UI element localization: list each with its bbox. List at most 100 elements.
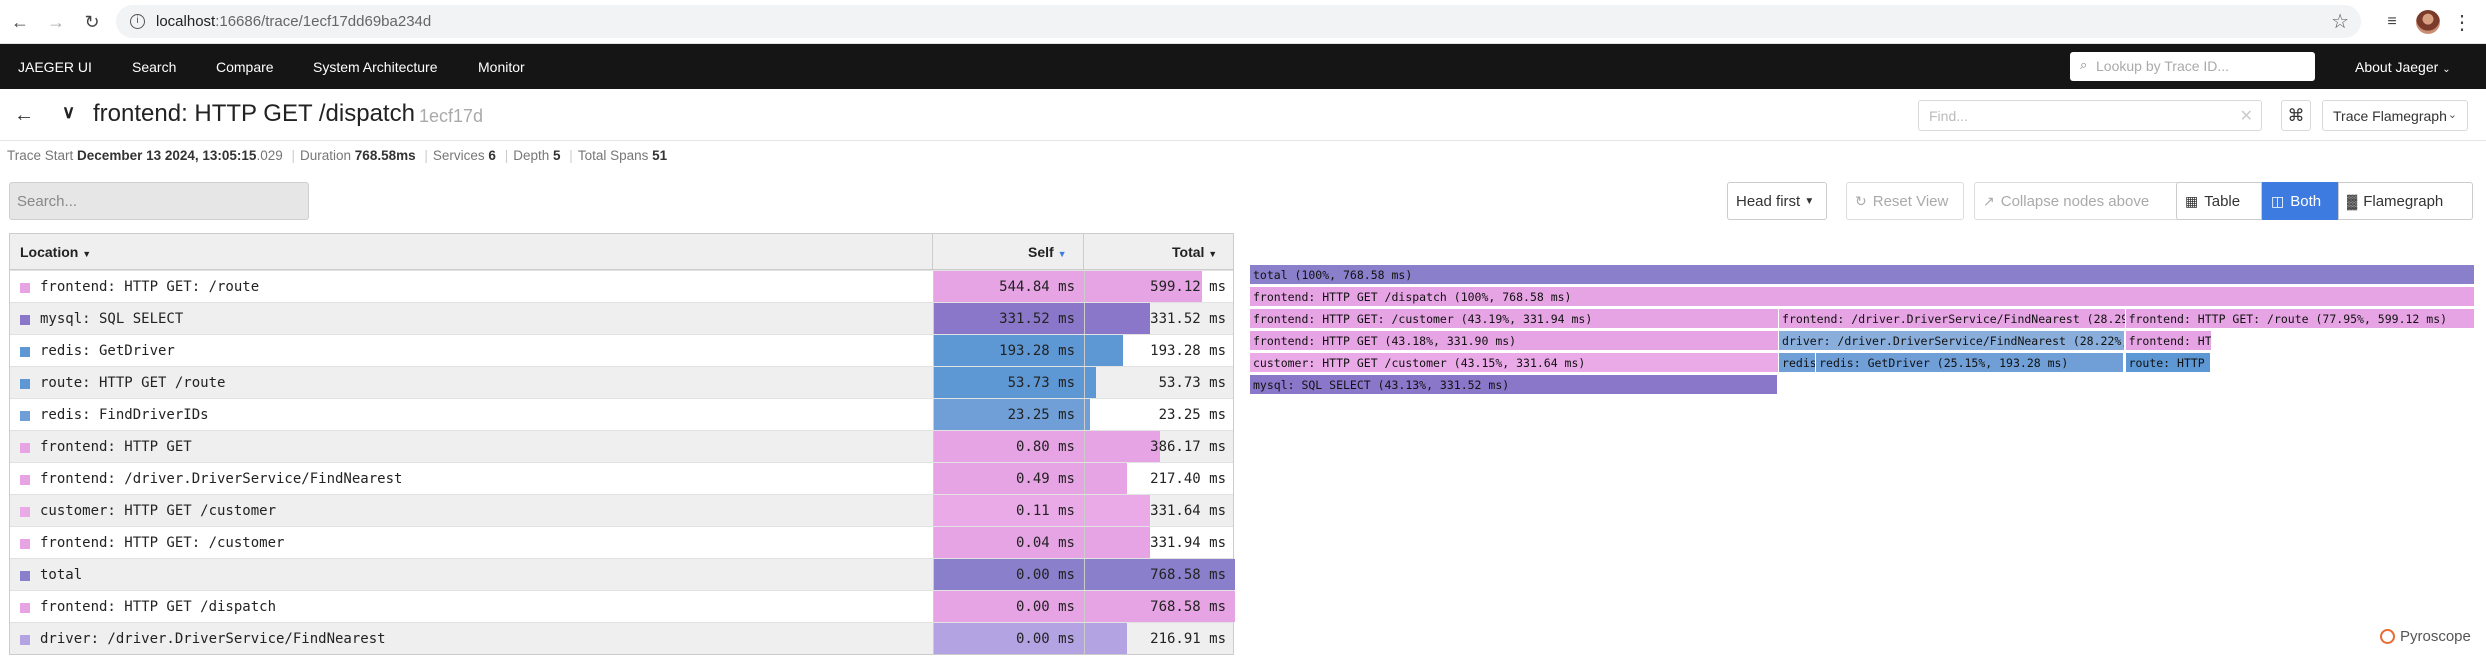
flamegraph-node[interactable]: frontend: HTTP GET (7.06%, 54.27 ms) <box>2125 331 2213 351</box>
table-row[interactable]: redis: GetDriver 193.28 ms 193.28 ms <box>10 334 1233 366</box>
nav-monitor[interactable]: Monitor <box>478 59 525 75</box>
flamegraph-node[interactable]: route: HTTP GET /route (6.99%, 53.73 ms) <box>2125 353 2212 373</box>
self-cell: 53.73 ms <box>933 367 1084 398</box>
trace-id-input[interactable] <box>2096 58 2306 74</box>
total-cell: 216.91 ms <box>1084 623 1235 654</box>
pyroscope-logo-icon <box>2380 629 2395 644</box>
avatar[interactable] <box>2416 10 2440 34</box>
location-cell: route: HTTP GET /route <box>40 375 226 391</box>
browser-toolbar: ← → ↻ i localhost:16686/trace/1ecf17dd69… <box>0 0 2486 44</box>
keyboard-shortcuts-button[interactable]: ⌘ <box>2281 100 2311 131</box>
caret-down-icon: ▼ <box>1057 249 1067 259</box>
table-row[interactable]: redis: FindDriverIDs 23.25 ms 23.25 ms <box>10 398 1233 430</box>
address-bar[interactable]: i localhost:16686/trace/1ecf17dd69ba234d… <box>116 5 2361 38</box>
flamegraph-node[interactable]: frontend: HTTP GET: /route (77.95%, 599.… <box>2125 309 2475 329</box>
location-cell: driver: /driver.DriverService/FindNeares… <box>40 631 386 647</box>
color-swatch <box>20 347 30 357</box>
table-view-button[interactable]: ▦ Table <box>2176 182 2262 220</box>
collapse-icon: ↗ <box>1983 192 1995 209</box>
self-cell: 193.28 ms <box>933 335 1084 366</box>
about-menu[interactable]: About Jaeger ⌄ <box>2355 59 2451 75</box>
flamegraph-search[interactable] <box>9 182 309 220</box>
location-cell: customer: HTTP GET /customer <box>40 503 277 519</box>
location-cell: frontend: HTTP GET <box>40 439 192 455</box>
table-row[interactable]: customer: HTTP GET /customer 0.11 ms 331.6… <box>10 494 1233 526</box>
color-swatch <box>20 283 30 293</box>
info-icon[interactable]: i <box>130 14 145 29</box>
flamegraph-search-input[interactable] <box>17 193 297 210</box>
reset-icon: ↻ <box>1855 192 1867 209</box>
order-select[interactable]: Head first ▼ <box>1727 182 1827 220</box>
color-swatch <box>20 507 30 517</box>
chevron-down-icon[interactable]: ∨ <box>62 102 75 123</box>
flamegraph-node[interactable]: redis: FindDriverIDs (3.03%, 23.25 ms) <box>1779 353 1817 373</box>
self-cell: 23.25 ms <box>933 399 1084 430</box>
nav-search[interactable]: Search <box>132 59 176 75</box>
pyroscope-brand: Pyroscope <box>2380 628 2471 645</box>
total-bar <box>1085 463 1127 494</box>
total-bar <box>1085 495 1150 526</box>
nav-system-architecture[interactable]: System Architecture <box>313 59 438 75</box>
self-cell: 0.11 ms <box>933 495 1084 526</box>
table-row[interactable]: frontend: HTTP GET: /route 544.84 ms 599.1… <box>10 270 1233 302</box>
star-icon[interactable]: ☆ <box>2331 9 2349 34</box>
color-swatch <box>20 315 30 325</box>
flamegraph-view-button[interactable]: ▓ Flamegraph <box>2338 182 2473 220</box>
brand-link[interactable]: JAEGER UI <box>18 59 92 75</box>
location-cell: frontend: HTTP GET: /customer <box>40 535 285 551</box>
clear-icon[interactable]: ✕ <box>2240 106 2253 126</box>
table-row[interactable]: frontend: HTTP GET 0.80 ms 386.17 ms <box>10 430 1233 462</box>
column-total[interactable]: Total ▼ <box>1172 244 1217 260</box>
forward-icon[interactable]: → <box>40 6 72 38</box>
kebab-menu-icon[interactable]: ⋮ <box>2448 8 2476 36</box>
flamegraph-node[interactable]: frontend: /driver.DriverService/FindNear… <box>1779 309 2126 329</box>
total-cell: 386.17 ms <box>1084 431 1235 462</box>
location-cell: redis: FindDriverIDs <box>40 407 209 423</box>
location-cell: frontend: /driver.DriverService/FindNear… <box>40 471 403 487</box>
table-row[interactable]: driver: /driver.DriverService/FindNeares… <box>10 622 1233 654</box>
total-cell: 331.94 ms <box>1084 527 1235 558</box>
flamegraph-node[interactable]: customer: HTTP GET /customer (43.15%, 33… <box>1250 353 1779 373</box>
table-row[interactable]: total 0.00 ms 768.58 ms <box>10 558 1235 590</box>
media-icon[interactable]: ≡ <box>2378 8 2406 36</box>
find-field[interactable]: ✕ <box>1918 100 2262 131</box>
reset-view-button[interactable]: ↻ Reset View <box>1846 182 1964 220</box>
trace-id-lookup[interactable]: ⌕ <box>2070 52 2315 81</box>
flamegraph-node[interactable]: frontend: HTTP GET (43.18%, 331.90 ms) <box>1250 331 1779 351</box>
total-cell: 599.12 ms <box>1084 271 1235 302</box>
back-arrow-icon[interactable]: ← <box>8 101 40 129</box>
flamegraph-node[interactable]: frontend: HTTP GET: /customer (43.19%, 3… <box>1250 309 1780 329</box>
table-row[interactable]: mysql: SQL SELECT 331.52 ms 331.52 ms <box>10 302 1233 334</box>
url-text: localhost:16686/trace/1ecf17dd69ba234d <box>156 13 432 30</box>
search-icon: ⌕ <box>2080 57 2088 72</box>
flamegraph-table: Location ▼ Self ▼ Total ▼ frontend: HTTP… <box>9 233 1235 655</box>
location-cell: total <box>40 567 83 583</box>
self-cell: 0.00 ms <box>933 623 1084 654</box>
reload-icon[interactable]: ↻ <box>76 6 108 38</box>
column-self[interactable]: Self ▼ <box>1028 244 1067 260</box>
flamegraph-node[interactable]: mysql: SQL SELECT (43.13%, 331.52 ms) <box>1250 375 1779 395</box>
self-cell: 331.52 ms <box>933 303 1084 334</box>
view-type-select[interactable]: Trace Flamegraph ⌄ <box>2322 100 2468 131</box>
find-input[interactable] <box>1929 108 2229 124</box>
flamegraph-node[interactable]: driver: /driver.DriverService/FindNeares… <box>1779 331 2125 351</box>
self-cell: 0.04 ms <box>933 527 1084 558</box>
table-row[interactable]: frontend: HTTP GET: /customer 0.04 ms 331.… <box>10 526 1233 558</box>
color-swatch <box>20 539 30 549</box>
table-row[interactable]: frontend: HTTP GET /dispatch 0.00 ms 768.5… <box>10 590 1235 622</box>
nav-compare[interactable]: Compare <box>216 59 274 75</box>
table-row[interactable]: frontend: /driver.DriverService/FindNear… <box>10 462 1233 494</box>
total-cell: 768.58 ms <box>1084 591 1235 622</box>
collapse-nodes-button[interactable]: ↗ Collapse nodes above <box>1974 182 2184 220</box>
self-cell: 0.00 ms <box>933 559 1084 590</box>
flamegraph-node[interactable]: frontend: HTTP GET /dispatch (100%, 768.… <box>1250 287 2475 307</box>
flamegraph-node[interactable]: total (100%, 768.58 ms) <box>1250 265 2475 285</box>
back-icon[interactable]: ← <box>4 6 36 38</box>
table-row[interactable]: route: HTTP GET /route 53.73 ms 53.73 ms <box>10 366 1233 398</box>
flamegraph-icon: ▓ <box>2347 193 2358 209</box>
flamegraph-node[interactable]: redis: GetDriver (25.15%, 193.28 ms) <box>1816 353 2125 373</box>
both-view-button[interactable]: ◫ Both <box>2262 182 2338 220</box>
flamegraph-canvas[interactable]: total (100%, 768.58 ms) frontend: HTTP GE… <box>1250 265 2475 395</box>
color-swatch <box>20 571 30 581</box>
column-location[interactable]: Location ▼ <box>20 244 91 260</box>
